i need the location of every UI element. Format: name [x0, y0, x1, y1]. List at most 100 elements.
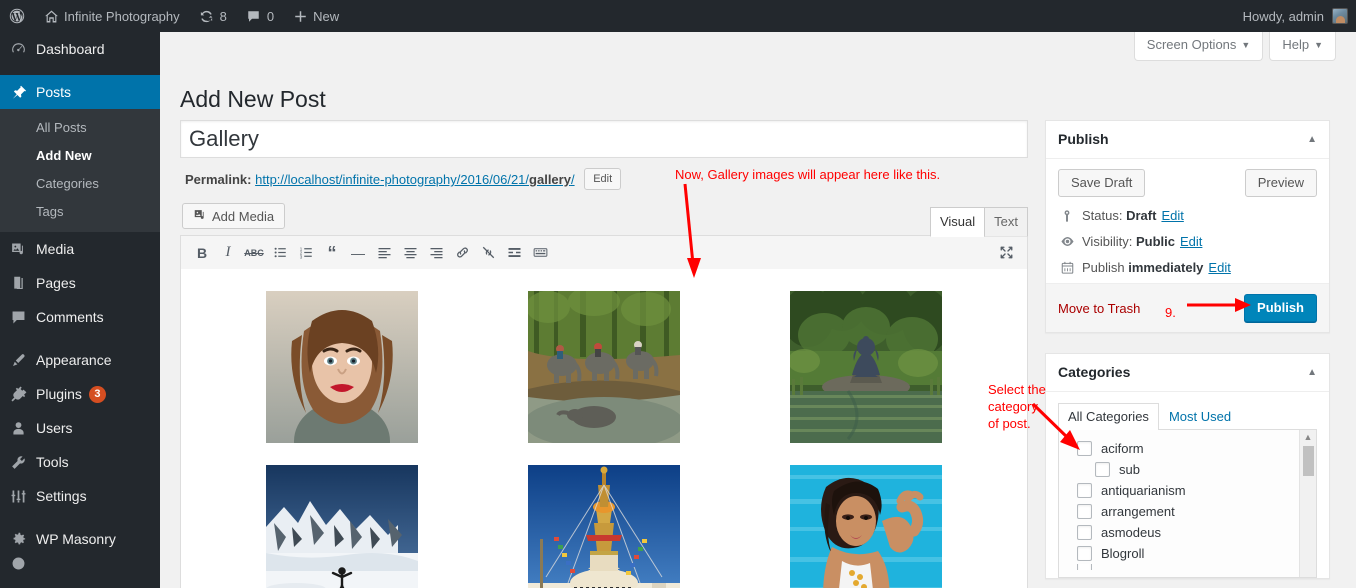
post-title-input[interactable] [180, 120, 1028, 158]
comments-count: 0 [266, 8, 275, 24]
sidebar-item-dashboard[interactable]: Dashboard [0, 32, 160, 66]
tab-text[interactable]: Text [984, 207, 1028, 237]
sidebar-item-add-new[interactable]: Add New [0, 142, 160, 170]
category-item[interactable]: asmodeus [1059, 522, 1316, 543]
gallery-image-buddha-statue-pond[interactable] [790, 291, 942, 443]
category-item[interactable]: antiquarianism [1059, 480, 1316, 501]
editor-content-area[interactable] [180, 269, 1028, 588]
publish-button[interactable]: Publish [1244, 294, 1317, 322]
preview-button[interactable]: Preview [1244, 169, 1317, 197]
category-checkbox[interactable] [1095, 462, 1110, 477]
tab-visual[interactable]: Visual [929, 207, 986, 237]
categories-tabs: All Categories Most Used [1058, 402, 1317, 430]
editor-toolbar: B I ABC 123 “ — [180, 235, 1028, 269]
howdy-label: Howdy, admin [1242, 8, 1324, 24]
help-button[interactable]: Help ▼ [1269, 32, 1336, 61]
comments-menu[interactable]: 0 [236, 0, 283, 32]
chevron-up-icon[interactable]: ▲ [1307, 367, 1317, 378]
bold-button[interactable]: B [189, 240, 215, 266]
category-label: Blogroll [1101, 546, 1145, 561]
wordpress-logo-icon[interactable] [0, 0, 34, 32]
permalink-link[interactable]: http://localhost/infinite-photography/20… [255, 172, 574, 187]
sidebar-item-tags[interactable]: Tags [0, 198, 160, 226]
gallery-image-portrait-woman-red-lips[interactable] [266, 291, 418, 443]
sidebar-item-posts[interactable]: Posts [0, 75, 168, 109]
categories-metabox-title: Categories [1058, 363, 1131, 380]
sidebar-item-pages[interactable]: Pages [0, 266, 160, 300]
gallery-image-woman-in-blue-pool[interactable] [790, 465, 942, 588]
new-content-menu[interactable]: New [283, 0, 348, 32]
sidebar-item-all-posts[interactable]: All Posts [0, 114, 160, 142]
unlink-button[interactable] [475, 240, 501, 266]
numbered-list-button[interactable]: 123 [293, 240, 319, 266]
toolbar-toggle-button[interactable] [527, 240, 553, 266]
edit-visibility-link[interactable]: Edit [1180, 234, 1202, 249]
scroll-up-arrow[interactable]: ▲ [1300, 430, 1316, 444]
category-checkbox[interactable] [1077, 504, 1092, 519]
category-item[interactable]: aciform [1059, 438, 1316, 459]
align-left-button[interactable] [371, 240, 397, 266]
sidebar-item-comments[interactable]: Comments [0, 300, 160, 334]
publish-actions-top: Save Draft Preview [1046, 159, 1329, 205]
category-checklist[interactable]: aciform sub antiquarianism arrangement a… [1058, 430, 1317, 578]
sidebar-item-media[interactable]: Media [0, 232, 160, 266]
category-checkbox[interactable] [1077, 564, 1092, 570]
scrollbar-thumb[interactable] [1303, 446, 1314, 476]
blockquote-button[interactable]: “ [319, 240, 345, 266]
wrench-icon [10, 454, 36, 471]
gallery-image-snow-mountain-person[interactable] [266, 465, 418, 588]
tab-most-used[interactable]: Most Used [1159, 403, 1241, 430]
sidebar-item-partial[interactable] [0, 556, 160, 570]
category-scrollbar[interactable]: ▲ [1299, 430, 1316, 577]
sidebar-item-label: Dashboard [36, 41, 105, 57]
category-checkbox[interactable] [1077, 525, 1092, 540]
category-item[interactable]: sub [1059, 459, 1316, 480]
tab-all-categories[interactable]: All Categories [1058, 403, 1159, 430]
schedule-row: Publish immediately Edit [1046, 257, 1329, 283]
category-label: aciform [1101, 441, 1144, 456]
save-draft-button[interactable]: Save Draft [1058, 169, 1146, 197]
bulleted-list-button[interactable] [267, 240, 293, 266]
category-checkbox[interactable] [1077, 483, 1092, 498]
category-item[interactable]: arrangement [1059, 501, 1316, 522]
gallery-image-elephant-safari-jungle[interactable] [528, 291, 680, 443]
category-label: sub [1119, 462, 1140, 477]
align-center-button[interactable] [397, 240, 423, 266]
sidebar-item-appearance[interactable]: Appearance [0, 343, 160, 377]
edit-permalink-button[interactable]: Edit [584, 168, 622, 190]
visibility-value: Public [1135, 234, 1175, 249]
gallery-image-boudhanath-stupa[interactable] [528, 465, 680, 588]
sidebar-item-plugins[interactable]: Plugins 3 [0, 377, 160, 411]
move-to-trash-link[interactable]: Move to Trash [1058, 301, 1140, 316]
category-item[interactable]: Blogroll [1059, 543, 1316, 564]
site-name-menu[interactable]: Infinite Photography [34, 0, 189, 32]
screen-meta-links: Screen Options ▼ Help ▼ [1128, 32, 1336, 61]
chevron-down-icon: ▼ [1314, 40, 1323, 50]
sidebar-item-users[interactable]: Users [0, 411, 160, 445]
insert-link-button[interactable] [449, 240, 475, 266]
admin-bar: Infinite Photography 8 0 New Howdy, admi… [0, 0, 1356, 32]
updates-menu[interactable]: 8 [189, 0, 236, 32]
category-checkbox[interactable] [1077, 441, 1092, 456]
sidebar-item-label: Settings [36, 488, 87, 504]
chevron-up-icon[interactable]: ▲ [1307, 134, 1317, 145]
screen-options-button[interactable]: Screen Options ▼ [1133, 32, 1264, 61]
edit-status-link[interactable]: Edit [1161, 208, 1183, 223]
read-more-button[interactable] [501, 240, 527, 266]
category-checkbox[interactable] [1077, 546, 1092, 561]
screen-options-label: Screen Options [1146, 37, 1237, 52]
sidebar-item-categories[interactable]: Categories [0, 170, 160, 198]
category-item-partial[interactable] [1059, 564, 1316, 570]
fullscreen-icon[interactable] [993, 240, 1019, 266]
italic-button[interactable]: I [215, 240, 241, 266]
add-media-button[interactable]: Add Media [182, 203, 286, 229]
sidebar-item-settings[interactable]: Settings [0, 479, 160, 513]
sidebar-item-tools[interactable]: Tools [0, 445, 160, 479]
sidebar-item-label: Media [36, 241, 75, 257]
sidebar-item-wp-masonry[interactable]: WP Masonry [0, 522, 160, 556]
edit-schedule-link[interactable]: Edit [1208, 260, 1230, 275]
my-account-menu[interactable]: Howdy, admin [1234, 0, 1348, 32]
align-right-button[interactable] [423, 240, 449, 266]
strikethrough-button[interactable]: ABC [241, 240, 267, 266]
horizontal-rule-button[interactable]: — [345, 240, 371, 266]
